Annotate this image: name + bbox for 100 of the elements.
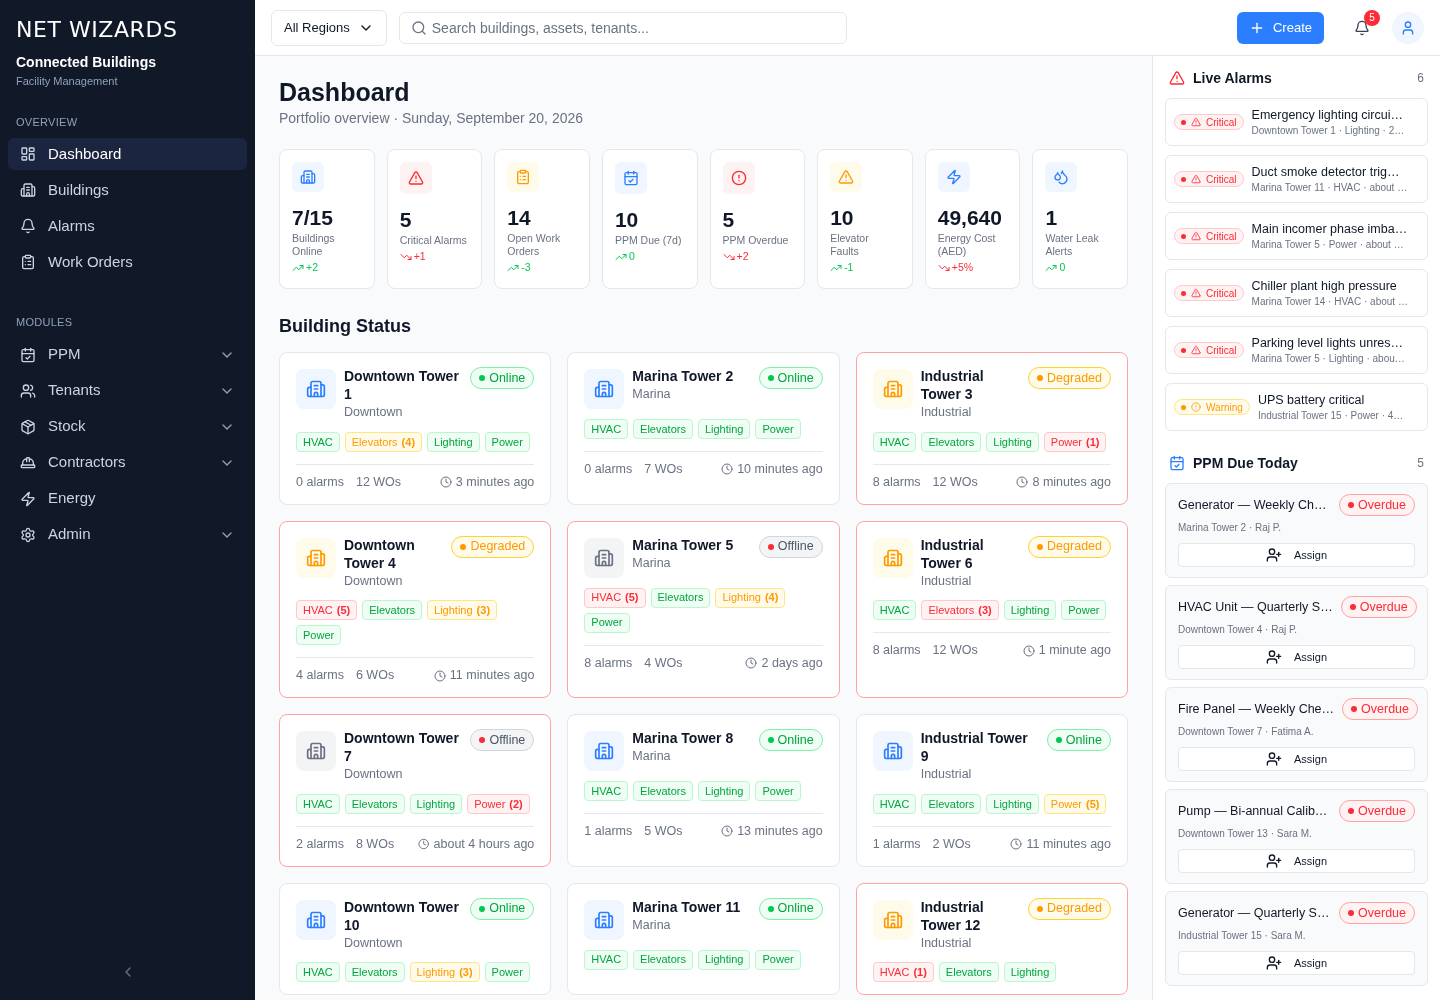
alarm-count: 2 alarms	[296, 835, 344, 853]
kpi-label: PPM Due (7d)	[614, 234, 683, 247]
status-pill: Degraded	[1028, 897, 1111, 920]
system-tag: Power (1)	[1043, 431, 1107, 452]
system-tag: Power	[484, 431, 530, 452]
kpi-label: PPM Overdue	[722, 234, 790, 247]
alarm-card[interactable]: Critical Main incomer phase imba… Marina Tower 5 · Power · about …	[1165, 212, 1428, 260]
building-area: Industrial	[920, 933, 1021, 953]
alarm-title: UPS battery critical	[1257, 391, 1366, 408]
status-pill: Online	[470, 897, 535, 920]
clock-icon	[1022, 644, 1035, 657]
updated-time: 3 minutes ago	[455, 473, 535, 491]
alarm-count: 0 alarms	[584, 461, 633, 478]
clock-icon	[439, 476, 452, 489]
status-pill: Online	[758, 897, 823, 920]
user-plus-icon	[1266, 547, 1282, 563]
alarm-meta: Industrial Tower 15 · Power · 4…	[1257, 408, 1404, 423]
kpi-label: Open Work Orders	[507, 232, 562, 259]
panel-title: Live Alarms	[1193, 68, 1273, 88]
system-tag: Lighting	[427, 431, 480, 452]
assign-button[interactable]: Assign	[1178, 543, 1415, 567]
alarm-count: 8 alarms	[584, 654, 633, 672]
nav-item[interactable]: Tenants	[8, 374, 247, 407]
assign-button[interactable]: Assign	[1178, 951, 1415, 975]
nav-item[interactable]: Alarms	[8, 210, 247, 242]
nav-item[interactable]: Admin	[8, 518, 247, 551]
user-plus-icon	[1266, 955, 1282, 971]
alarm-card[interactable]: Critical Duct smoke detector trig… Marina Tower 11 · HVAC · about …	[1165, 155, 1428, 203]
assign-button[interactable]: Assign	[1178, 645, 1415, 669]
system-tag: Power	[296, 625, 342, 646]
alarm-card[interactable]: Warning UPS battery critical Industrial Tower 15 · Power · 4…	[1165, 383, 1428, 431]
dashboard-icon	[20, 146, 36, 162]
alarm-card[interactable]: Critical Parking level lights unres… Marina Tower 5 · Lighting · abou…	[1165, 326, 1428, 374]
ppm-meta: Downtown Tower 7 · Fatima A.	[1178, 725, 1315, 739]
building-icon	[882, 379, 903, 399]
nav-item[interactable]: Buildings	[8, 174, 247, 206]
nav-item[interactable]: Dashboard	[8, 138, 247, 170]
notification-badge: 5	[1364, 9, 1380, 26]
nav-item[interactable]: Stock	[8, 410, 247, 443]
status-pill: Online	[758, 729, 823, 751]
status-pill: Degraded	[451, 535, 535, 558]
ppm-title: HVAC Unit — Quarterly S…	[1178, 598, 1333, 616]
system-tag: Elevators	[633, 949, 693, 970]
work-order-count: 8 WOs	[355, 835, 395, 853]
assign-button[interactable]: Assign	[1178, 849, 1415, 873]
profile-button[interactable]	[1392, 11, 1424, 44]
system-tag: Power	[1061, 600, 1107, 621]
alarm-title: Main incomer phase imba…	[1251, 220, 1408, 237]
kpi-label: Energy Cost (AED)	[937, 232, 997, 259]
nav-item[interactable]: PPM	[8, 338, 247, 371]
panel-title: PPM Due Today	[1193, 453, 1299, 473]
alarm-meta: Downtown Tower 1 · Lighting · 2…	[1251, 123, 1405, 138]
create-button[interactable]: Create	[1236, 11, 1324, 44]
nav-item[interactable]: Contractors	[8, 446, 247, 479]
ppm-title: Fire Panel — Weekly Che…	[1178, 700, 1335, 718]
kpi-value: 5	[399, 207, 413, 233]
settings-icon	[20, 526, 36, 543]
updated-time: 11 minutes ago	[449, 667, 535, 685]
system-tag: Lighting	[1003, 600, 1057, 621]
building-name: Industrial Tower 3	[920, 367, 985, 403]
building-icon	[882, 547, 903, 568]
alarm-count: 1 alarms	[584, 823, 633, 840]
system-tag: HVAC	[584, 419, 629, 439]
system-tag: HVAC	[872, 793, 917, 814]
building-area: Marina	[632, 915, 751, 935]
app-name: Connected Buildings	[16, 53, 157, 72]
building-area: Industrial	[920, 765, 1039, 784]
building-icon	[882, 741, 903, 761]
work-order-count: 4 WOs	[644, 654, 683, 672]
warning-icon	[1169, 70, 1185, 86]
status-pill: Degraded	[1028, 535, 1111, 558]
overdue-badge: Overdue	[1339, 902, 1415, 924]
search-field[interactable]: Search buildings, assets, tenants...	[398, 11, 847, 44]
nav-item[interactable]: Energy	[8, 482, 247, 515]
assign-button[interactable]: Assign	[1178, 747, 1415, 771]
notifications-button[interactable]: 5	[1344, 9, 1380, 46]
system-tag: HVAC (5)	[584, 587, 646, 608]
system-tag: Elevators (3)	[921, 600, 999, 621]
nav-item[interactable]: Work Orders	[8, 246, 247, 278]
system-tag: Lighting	[986, 793, 1039, 814]
alarm-count: 1 alarms	[872, 835, 921, 853]
alarm-card[interactable]: Critical Emergency lighting circui… Downtown Tower 1 · Lighting · 2…	[1165, 98, 1428, 146]
alarm-card[interactable]: Critical Chiller plant high pressure Marina Tower 14 · HVAC · about …	[1165, 269, 1428, 317]
severity-badge: Critical	[1174, 114, 1244, 130]
status-pill: Online	[1046, 729, 1111, 751]
clock-icon	[418, 838, 430, 851]
ppm-total: 5	[1417, 455, 1424, 472]
system-tag: Power	[584, 612, 630, 633]
user-plus-icon	[1266, 649, 1282, 665]
region-dropdown[interactable]: All Regions	[271, 9, 387, 46]
severity-badge: Critical	[1174, 171, 1244, 187]
clock-icon	[433, 669, 446, 682]
building-area: Downtown	[344, 403, 463, 422]
kpi-value: 5	[722, 207, 736, 233]
building-name: Marina Tower 11	[632, 897, 742, 916]
calendar-icon	[20, 346, 36, 363]
work-order-count: 12 WOs	[932, 473, 978, 491]
overdue-badge: Overdue	[1339, 494, 1415, 516]
alarm-meta: Marina Tower 14 · HVAC · about …	[1251, 294, 1408, 309]
clock-icon	[745, 656, 758, 669]
